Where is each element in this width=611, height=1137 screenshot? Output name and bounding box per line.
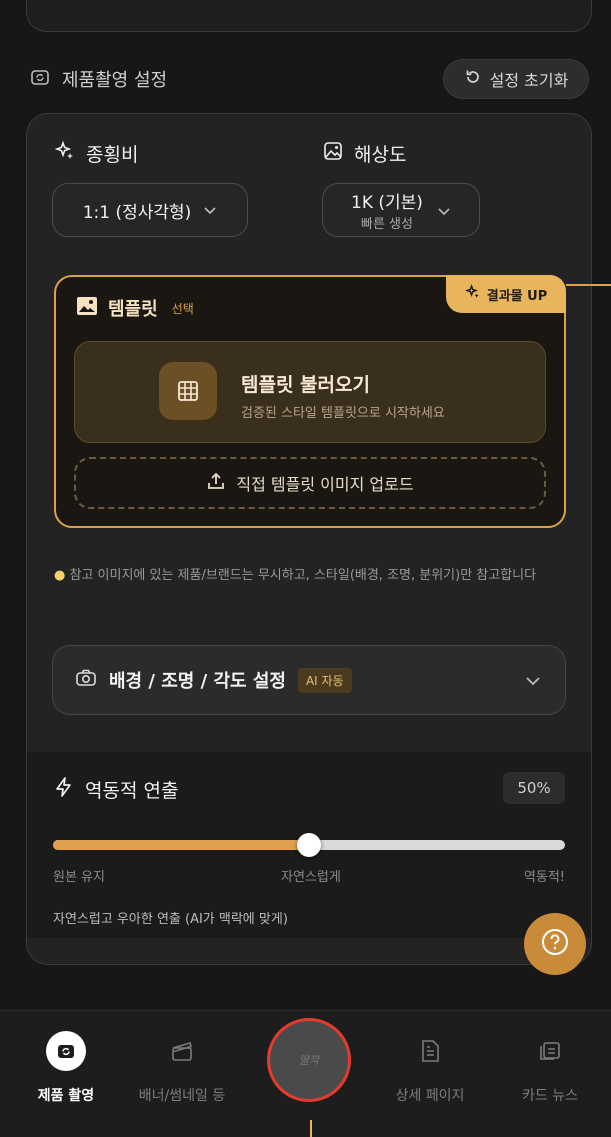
slider-left-label: 원본 유지 xyxy=(53,870,105,885)
tip-text: ● 참고 이미지에 있는 제품/브랜드는 무시하고, 스타일(배경, 조명, 분… xyxy=(54,564,574,588)
ai-auto-tag: AI 자동 xyxy=(297,667,352,693)
camera-rotate-icon xyxy=(46,1031,86,1071)
slider-middle-label: 자연스럽게 xyxy=(281,870,341,885)
chevron-down-icon xyxy=(203,200,217,220)
reset-settings-button[interactable]: 설정 초기화 xyxy=(443,59,589,99)
clapperboard-icon xyxy=(162,1031,202,1071)
dynamic-section: 역동적 연출 50% 원본 유지 자연스럽게 역동적! 자연스럽고 우아한 연출… xyxy=(27,752,591,938)
reset-label: 설정 초기화 xyxy=(489,71,569,90)
scene-settings-accordion[interactable]: 배경 / 조명 / 각도 설정 AI 자동 xyxy=(52,645,566,715)
nav-item-card-news[interactable]: 카드 뉴스 xyxy=(490,1031,610,1105)
image-icon xyxy=(76,296,98,320)
load-template-title: 템플릿 불러오기 xyxy=(241,374,370,396)
resolution-sub: 빠른 생성 xyxy=(361,217,413,232)
badge-text: 결과물 UP xyxy=(486,288,548,304)
annotation-line xyxy=(566,284,611,286)
dynamic-label-text: 역동적 연출 xyxy=(85,780,179,802)
cards-icon xyxy=(530,1031,570,1071)
reset-icon xyxy=(464,68,482,90)
resolution-value-group: 1K (기본) 빠른 생성 xyxy=(351,188,423,232)
upload-template-button[interactable]: 직접 템플릿 이미지 업로드 xyxy=(74,457,546,509)
slider-right-label: 역동적! xyxy=(523,870,565,885)
chevron-down-icon xyxy=(437,201,451,220)
upload-label: 직접 템플릿 이미지 업로드 xyxy=(236,475,414,494)
template-title: 템플릿 선택 xyxy=(76,295,194,321)
nav-label: 제품 촬영 xyxy=(37,1088,95,1104)
load-template-desc: 검증된 스타일 템플릿으로 시작하세요 xyxy=(241,406,445,421)
aspect-ratio-label: 종횡비 xyxy=(54,140,138,167)
annotation-line xyxy=(310,1120,312,1137)
resolution-select[interactable]: 1K (기본) 빠른 생성 xyxy=(322,183,480,237)
template-box: 결과물 UP 템플릿 선택 템플릿 불러오기 검증된 스타일 템플릿으로 시작하… xyxy=(54,275,566,528)
aspect-label-text: 종횡비 xyxy=(86,144,139,166)
camera-icon xyxy=(75,668,97,693)
nav-label: 배너/썸네일 등 xyxy=(138,1088,226,1104)
nav-item-product-shoot[interactable]: 제품 촬영 xyxy=(6,1031,126,1105)
nav-label: 카드 뉴스 xyxy=(522,1088,578,1104)
image-icon xyxy=(322,140,344,167)
load-template-button[interactable]: 템플릿 불러오기 검증된 스타일 템플릿으로 시작하세요 xyxy=(74,341,546,443)
nav-item-banner[interactable]: 배너/썸네일 등 xyxy=(122,1031,242,1105)
resolution-label-text: 해상도 xyxy=(354,144,407,166)
grid-icon xyxy=(159,362,217,420)
question-icon xyxy=(540,927,570,961)
section-header: 제품촬영 설정 xyxy=(30,64,167,94)
center-logo-text: 딸깍 xyxy=(298,1054,320,1067)
dynamic-slider[interactable] xyxy=(53,833,565,857)
template-optional: 선택 xyxy=(171,301,194,316)
document-icon xyxy=(410,1031,450,1071)
previous-card xyxy=(26,0,592,32)
slider-fill xyxy=(53,840,309,850)
camera-rotate-icon xyxy=(30,67,50,92)
result-up-badge: 결과물 UP xyxy=(446,275,566,313)
resolution-value: 1K (기본) xyxy=(351,193,423,213)
nav-label: 상세 페이지 xyxy=(395,1088,465,1104)
dynamic-percent: 50% xyxy=(503,772,565,804)
sparkle-icon xyxy=(464,284,481,304)
help-button[interactable] xyxy=(524,913,586,975)
section-title: 제품촬영 설정 xyxy=(62,70,168,91)
lightning-icon xyxy=(53,776,75,803)
dynamic-description: 자연스럽고 우아한 연출 (AI가 맥락에 맞게) xyxy=(53,912,288,927)
upload-icon xyxy=(206,471,226,495)
dynamic-label: 역동적 연출 xyxy=(53,776,178,803)
aspect-value: 1:1 (정사각형) xyxy=(82,202,192,223)
lightbulb-icon: ● xyxy=(54,568,66,583)
template-title-text: 템플릿 xyxy=(108,299,158,320)
sparkle-icon xyxy=(54,140,76,167)
chevron-down-icon xyxy=(525,670,541,691)
scene-label: 배경 / 조명 / 각도 설정 xyxy=(109,671,286,692)
nav-item-detail-page[interactable]: 상세 페이지 xyxy=(370,1031,490,1105)
tip-content: 참고 이미지에 있는 제품/브랜드는 무시하고, 스타일(배경, 조명, 분위기… xyxy=(69,568,537,583)
center-action-button[interactable]: 딸깍 xyxy=(267,1018,351,1102)
app-screen: 제품촬영 설정 설정 초기화 종횡비 1:1 (정사각형) 해상도 1K (기본… xyxy=(0,0,611,1137)
resolution-label: 해상도 xyxy=(322,140,406,167)
aspect-ratio-select[interactable]: 1:1 (정사각형) xyxy=(52,183,248,237)
slider-thumb[interactable] xyxy=(297,833,321,857)
